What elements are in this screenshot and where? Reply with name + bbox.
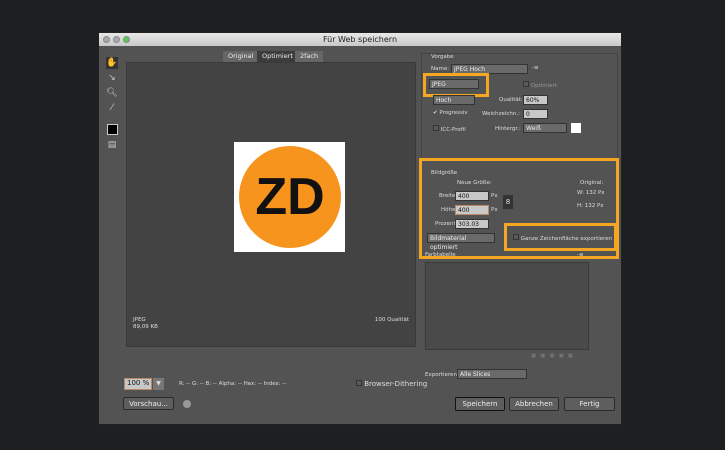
percent-field[interactable]: 303.03 bbox=[455, 219, 489, 229]
preview-button[interactable]: Vorschau... bbox=[123, 397, 174, 410]
export-artboard-checkbox[interactable]: Ganze Zeichenfläche exportieren bbox=[513, 234, 612, 242]
preview-quality: 100 Qualität bbox=[374, 317, 409, 323]
new-size-label: Neue Größe: bbox=[457, 180, 492, 186]
cancel-button[interactable]: Abbrechen bbox=[509, 397, 559, 411]
format-highlight bbox=[423, 73, 489, 97]
browser-dithering-checkbox[interactable]: Browser-Dithering bbox=[356, 380, 427, 388]
minimize-button[interactable] bbox=[113, 36, 120, 43]
slice-select-icon[interactable]: ↘ bbox=[106, 72, 118, 84]
save-button[interactable]: Speichern bbox=[455, 397, 505, 411]
color-table bbox=[425, 262, 589, 350]
preview-image: ZD bbox=[234, 142, 345, 252]
image-size-section-label: Bildgröße bbox=[431, 170, 458, 176]
preset-name-label: Name: bbox=[431, 66, 450, 72]
export-select[interactable]: Alle Slices bbox=[457, 369, 527, 379]
optimized-checkbox[interactable]: Optimiert bbox=[523, 81, 557, 89]
compression-select[interactable]: Hoch bbox=[433, 95, 475, 105]
zoom-level-field[interactable]: 100 % bbox=[124, 378, 152, 390]
preview-area: ZD JPEG 89,09 KB 100 Qualität bbox=[126, 62, 416, 347]
preview-format: JPEG bbox=[133, 317, 146, 323]
hand-icon[interactable]: ✋ bbox=[106, 57, 118, 69]
blur-label: Weichzeichn.: bbox=[482, 111, 520, 117]
export-label: Exportieren: bbox=[425, 372, 459, 378]
tab-optimized[interactable]: Optimiert bbox=[257, 51, 298, 62]
original-height: H: 132 Px bbox=[577, 203, 604, 209]
preset-section-label: Vorgabe bbox=[431, 54, 454, 60]
blur-field[interactable]: 0 bbox=[523, 109, 548, 119]
width-unit: Px bbox=[491, 193, 498, 199]
tab-original[interactable]: Original bbox=[223, 51, 259, 62]
original-label: Original: bbox=[580, 180, 604, 186]
progressive-checkbox[interactable]: ✔ Progressiv bbox=[433, 110, 468, 116]
quality-label: Qualität: bbox=[499, 97, 523, 103]
zoom-button[interactable] bbox=[123, 36, 130, 43]
height-field[interactable]: 400 bbox=[455, 205, 489, 215]
preset-menu-icon[interactable]: -≡ bbox=[532, 65, 539, 71]
height-label: Höhe bbox=[441, 207, 456, 213]
color-table-menu-icon[interactable]: -≡ bbox=[577, 252, 584, 258]
width-label: Breite bbox=[439, 193, 456, 199]
percent-label: Prozent bbox=[435, 221, 456, 227]
matte-label: Hintergr.: bbox=[495, 126, 521, 132]
done-button[interactable]: Fertig bbox=[564, 397, 615, 411]
link-constrain-icon[interactable]: 8 bbox=[503, 195, 513, 209]
title-bar: Für Web speichern bbox=[99, 33, 621, 46]
original-width: W: 132 Px bbox=[577, 190, 605, 196]
tab-2up[interactable]: 2fach bbox=[295, 51, 324, 62]
eyedropper-icon[interactable]: ⁄ bbox=[106, 102, 118, 114]
globe-icon[interactable] bbox=[183, 400, 191, 408]
toggle-slices-icon[interactable]: ▤ bbox=[106, 139, 118, 151]
save-for-web-dialog: Für Web speichern ✋ ↘ 🔍︎ ⁄ ▤ Original Op… bbox=[98, 32, 622, 425]
zd-logo: ZD bbox=[239, 146, 341, 248]
width-field[interactable]: 400 bbox=[455, 191, 489, 201]
height-unit: Px bbox=[491, 207, 498, 213]
icc-checkbox[interactable]: ICC-Profil bbox=[433, 125, 466, 133]
zoom-dropdown-icon[interactable]: ▼ bbox=[153, 378, 164, 390]
quality-field[interactable]: 60% bbox=[523, 95, 548, 105]
browser-dithering-label: Browser-Dithering bbox=[364, 380, 428, 388]
matte-select[interactable]: Weiß bbox=[523, 123, 567, 133]
color-table-actions[interactable]: ▣▣▣▣▣ bbox=[531, 353, 577, 359]
color-table-label: Farbtabelle bbox=[425, 252, 456, 258]
resample-select[interactable]: Bildmaterial optimiert bbox=[427, 233, 495, 251]
close-button[interactable] bbox=[103, 36, 110, 43]
window-title: Für Web speichern bbox=[322, 35, 398, 44]
matte-color-swatch[interactable] bbox=[571, 123, 581, 133]
color-swatch[interactable] bbox=[107, 124, 118, 135]
zoom-icon[interactable]: 🔍︎ bbox=[106, 87, 118, 99]
color-readout: R: -- G: -- B: -- Alpha: -- Hex: -- Inde… bbox=[179, 381, 287, 387]
preview-filesize: 89,09 KB bbox=[133, 324, 158, 330]
checkbox-icon[interactable] bbox=[356, 380, 362, 386]
